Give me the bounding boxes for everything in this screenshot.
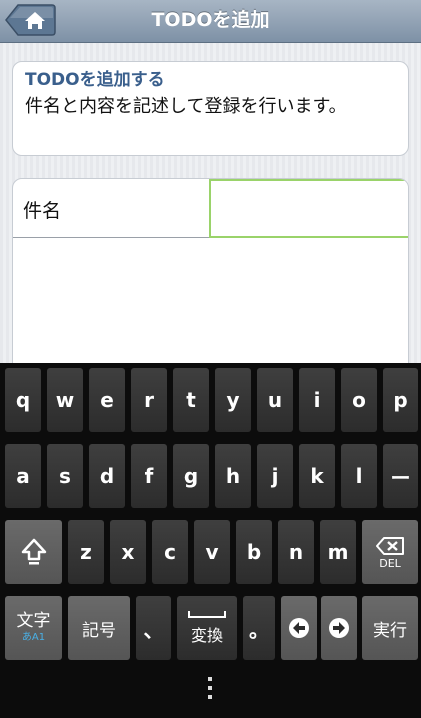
subject-row: 件名 — [13, 179, 210, 238]
cursor-right-key[interactable] — [321, 596, 357, 660]
key-x[interactable]: x — [110, 520, 146, 584]
subject-label: 件名 — [23, 200, 62, 222]
period-key[interactable]: 。 — [243, 596, 275, 660]
todo-form: 件名 — [12, 178, 409, 368]
key-b[interactable]: b — [236, 520, 272, 584]
input-mode-sub: あA1 — [21, 632, 46, 643]
key-w[interactable]: w — [47, 368, 83, 432]
key-n[interactable]: n — [278, 520, 314, 584]
symbol-key[interactable]: 記号 — [68, 596, 130, 660]
cursor-left-key[interactable] — [281, 596, 317, 660]
key-long-vowel[interactable]: ー — [383, 444, 418, 508]
execute-key[interactable]: 実行 — [362, 596, 418, 660]
convert-label: 変換 — [190, 625, 223, 645]
key-t[interactable]: t — [173, 368, 209, 432]
key-d[interactable]: d — [89, 444, 125, 508]
key-y[interactable]: y — [215, 368, 251, 432]
info-card: TODOを追加する 件名と内容を記述して登録を行います。 — [12, 61, 409, 156]
key-u[interactable]: u — [257, 368, 293, 432]
key-v[interactable]: v — [194, 520, 230, 584]
key-k[interactable]: k — [299, 444, 335, 508]
key-r[interactable]: r — [131, 368, 167, 432]
home-icon — [5, 4, 56, 36]
subject-input[interactable] — [209, 179, 408, 238]
soft-keyboard: q w e r t y u i o p a s d f g h j k l ー … — [0, 363, 421, 718]
key-s[interactable]: s — [47, 444, 83, 508]
shift-icon — [21, 538, 46, 565]
key-j[interactable]: j — [257, 444, 293, 508]
delete-label: DEL — [379, 556, 401, 570]
key-o[interactable]: o — [341, 368, 377, 432]
main-content: TODOを追加する 件名と内容を記述して登録を行います。 件名 — [0, 43, 421, 368]
arrow-left-icon — [289, 618, 309, 638]
home-button[interactable] — [4, 4, 56, 36]
arrow-right-icon — [329, 618, 349, 638]
key-f[interactable]: f — [131, 444, 167, 508]
key-p[interactable]: p — [383, 368, 418, 432]
key-a[interactable]: a — [5, 444, 41, 508]
title-bar: TODOを追加 — [0, 0, 421, 43]
key-z[interactable]: z — [68, 520, 104, 584]
key-m[interactable]: m — [320, 520, 356, 584]
page-title: TODOを追加 — [151, 9, 270, 31]
backspace-icon — [376, 536, 404, 555]
space-convert-key[interactable]: 変換 — [177, 596, 237, 660]
comma-key[interactable]: 、 — [136, 596, 171, 660]
info-description: 件名と内容を記述して登録を行います。 — [25, 96, 347, 117]
space-bar-icon — [188, 610, 226, 618]
input-mode-key[interactable]: 文字 あA1 — [5, 596, 62, 660]
input-mode-label: 文字 — [16, 611, 51, 631]
info-title: TODOを追加する — [25, 70, 165, 90]
key-h[interactable]: h — [215, 444, 251, 508]
delete-key[interactable]: DEL — [362, 520, 418, 584]
key-q[interactable]: q — [5, 368, 41, 432]
key-c[interactable]: c — [152, 520, 188, 584]
key-e[interactable]: e — [89, 368, 125, 432]
shift-key[interactable] — [5, 520, 62, 584]
key-l[interactable]: l — [341, 444, 377, 508]
menu-dots-icon[interactable] — [207, 677, 213, 703]
key-g[interactable]: g — [173, 444, 209, 508]
key-i[interactable]: i — [299, 368, 335, 432]
